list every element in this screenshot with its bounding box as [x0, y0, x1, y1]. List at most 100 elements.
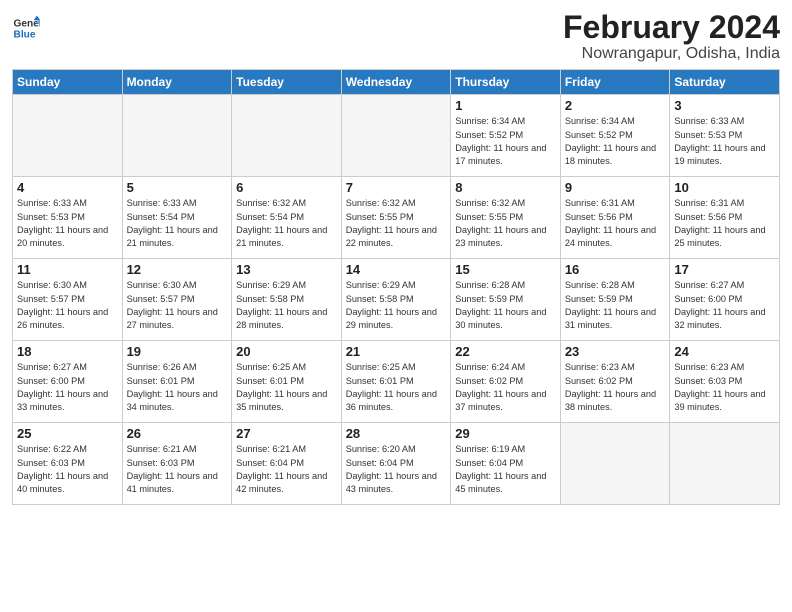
- day-info: Sunrise: 6:34 AMSunset: 5:52 PMDaylight:…: [565, 115, 666, 168]
- svg-text:Blue: Blue: [14, 29, 36, 40]
- day-info: Sunrise: 6:27 AMSunset: 6:00 PMDaylight:…: [17, 361, 118, 414]
- day-info: Sunrise: 6:28 AMSunset: 5:59 PMDaylight:…: [565, 279, 666, 332]
- day-info: Sunrise: 6:32 AMSunset: 5:55 PMDaylight:…: [455, 197, 556, 250]
- day-number: 5: [127, 180, 228, 195]
- table-row: 16 Sunrise: 6:28 AMSunset: 5:59 PMDayligh…: [560, 259, 670, 341]
- day-number: 24: [674, 344, 775, 359]
- day-info: Sunrise: 6:23 AMSunset: 6:02 PMDaylight:…: [565, 361, 666, 414]
- day-info: Sunrise: 6:22 AMSunset: 6:03 PMDaylight:…: [17, 443, 118, 496]
- day-number: 26: [127, 426, 228, 441]
- day-info: Sunrise: 6:33 AMSunset: 5:54 PMDaylight:…: [127, 197, 228, 250]
- day-info: Sunrise: 6:19 AMSunset: 6:04 PMDaylight:…: [455, 443, 556, 496]
- day-number: 25: [17, 426, 118, 441]
- day-number: 23: [565, 344, 666, 359]
- day-number: 17: [674, 262, 775, 277]
- day-info: Sunrise: 6:30 AMSunset: 5:57 PMDaylight:…: [17, 279, 118, 332]
- day-info: Sunrise: 6:33 AMSunset: 5:53 PMDaylight:…: [674, 115, 775, 168]
- col-friday: Friday: [560, 70, 670, 95]
- table-row: 1 Sunrise: 6:34 AMSunset: 5:52 PMDaylight…: [451, 95, 561, 177]
- day-info: Sunrise: 6:32 AMSunset: 5:55 PMDaylight:…: [346, 197, 447, 250]
- day-number: 12: [127, 262, 228, 277]
- table-row: [232, 95, 342, 177]
- table-row: 22 Sunrise: 6:24 AMSunset: 6:02 PMDayligh…: [451, 341, 561, 423]
- day-info: Sunrise: 6:21 AMSunset: 6:03 PMDaylight:…: [127, 443, 228, 496]
- day-number: 21: [346, 344, 447, 359]
- day-number: 18: [17, 344, 118, 359]
- header: General Blue February 2024 Nowrangapur, …: [12, 10, 780, 63]
- day-number: 16: [565, 262, 666, 277]
- calendar-week-row: 11 Sunrise: 6:30 AMSunset: 5:57 PMDayligh…: [13, 259, 780, 341]
- table-row: 4 Sunrise: 6:33 AMSunset: 5:53 PMDaylight…: [13, 177, 123, 259]
- calendar-week-row: 18 Sunrise: 6:27 AMSunset: 6:00 PMDayligh…: [13, 341, 780, 423]
- day-info: Sunrise: 6:21 AMSunset: 6:04 PMDaylight:…: [236, 443, 337, 496]
- day-info: Sunrise: 6:32 AMSunset: 5:54 PMDaylight:…: [236, 197, 337, 250]
- day-info: Sunrise: 6:28 AMSunset: 5:59 PMDaylight:…: [455, 279, 556, 332]
- day-number: 27: [236, 426, 337, 441]
- table-row: 14 Sunrise: 6:29 AMSunset: 5:58 PMDayligh…: [341, 259, 451, 341]
- day-info: Sunrise: 6:26 AMSunset: 6:01 PMDaylight:…: [127, 361, 228, 414]
- day-info: Sunrise: 6:29 AMSunset: 5:58 PMDaylight:…: [236, 279, 337, 332]
- table-row: 23 Sunrise: 6:23 AMSunset: 6:02 PMDayligh…: [560, 341, 670, 423]
- location-subtitle: Nowrangapur, Odisha, India: [563, 45, 780, 63]
- table-row: 21Sunrise: 6:25 AMSunset: 6:01 PMDayligh…: [341, 341, 451, 423]
- title-area: February 2024 Nowrangapur, Odisha, India: [563, 10, 780, 63]
- day-number: 14: [346, 262, 447, 277]
- table-row: 25 Sunrise: 6:22 AMSunset: 6:03 PMDayligh…: [13, 423, 123, 505]
- col-thursday: Thursday: [451, 70, 561, 95]
- day-number: 1: [455, 98, 556, 113]
- day-number: 7: [346, 180, 447, 195]
- table-row: 20 Sunrise: 6:25 AMSunset: 6:01 PMDayligh…: [232, 341, 342, 423]
- col-saturday: Saturday: [670, 70, 780, 95]
- table-row: 9 Sunrise: 6:31 AMSunset: 5:56 PMDaylight…: [560, 177, 670, 259]
- day-info: Sunrise: 6:24 AMSunset: 6:02 PMDaylight:…: [455, 361, 556, 414]
- table-row: 18 Sunrise: 6:27 AMSunset: 6:00 PMDayligh…: [13, 341, 123, 423]
- table-row: 7 Sunrise: 6:32 AMSunset: 5:55 PMDaylight…: [341, 177, 451, 259]
- day-number: 11: [17, 262, 118, 277]
- table-row: [670, 423, 780, 505]
- day-info: Sunrise: 6:29 AMSunset: 5:58 PMDaylight:…: [346, 279, 447, 332]
- table-row: 12 Sunrise: 6:30 AMSunset: 5:57 PMDayligh…: [122, 259, 232, 341]
- table-row: [341, 95, 451, 177]
- col-monday: Monday: [122, 70, 232, 95]
- day-info: Sunrise: 6:30 AMSunset: 5:57 PMDaylight:…: [127, 279, 228, 332]
- table-row: 11 Sunrise: 6:30 AMSunset: 5:57 PMDayligh…: [13, 259, 123, 341]
- table-row: [13, 95, 123, 177]
- day-number: 29: [455, 426, 556, 441]
- table-row: 10Sunrise: 6:31 AMSunset: 5:56 PMDayligh…: [670, 177, 780, 259]
- day-number: 2: [565, 98, 666, 113]
- day-number: 3: [674, 98, 775, 113]
- calendar-week-row: 1 Sunrise: 6:34 AMSunset: 5:52 PMDaylight…: [13, 95, 780, 177]
- day-number: 22: [455, 344, 556, 359]
- calendar-table: Sunday Monday Tuesday Wednesday Thursday…: [12, 69, 780, 505]
- table-row: 15 Sunrise: 6:28 AMSunset: 5:59 PMDayligh…: [451, 259, 561, 341]
- day-number: 15: [455, 262, 556, 277]
- col-wednesday: Wednesday: [341, 70, 451, 95]
- day-info: Sunrise: 6:31 AMSunset: 5:56 PMDaylight:…: [674, 197, 775, 250]
- calendar-header-row: Sunday Monday Tuesday Wednesday Thursday…: [13, 70, 780, 95]
- table-row: 13Sunrise: 6:29 AMSunset: 5:58 PMDayligh…: [232, 259, 342, 341]
- col-tuesday: Tuesday: [232, 70, 342, 95]
- day-number: 6: [236, 180, 337, 195]
- day-number: 4: [17, 180, 118, 195]
- table-row: 24Sunrise: 6:23 AMSunset: 6:03 PMDayligh…: [670, 341, 780, 423]
- col-sunday: Sunday: [13, 70, 123, 95]
- day-info: Sunrise: 6:25 AMSunset: 6:01 PMDaylight:…: [236, 361, 337, 414]
- table-row: 3 Sunrise: 6:33 AMSunset: 5:53 PMDaylight…: [670, 95, 780, 177]
- table-row: 5 Sunrise: 6:33 AMSunset: 5:54 PMDaylight…: [122, 177, 232, 259]
- day-number: 9: [565, 180, 666, 195]
- logo-icon: General Blue: [12, 14, 40, 42]
- logo: General Blue: [12, 14, 40, 42]
- calendar-week-row: 25 Sunrise: 6:22 AMSunset: 6:03 PMDayligh…: [13, 423, 780, 505]
- day-info: Sunrise: 6:33 AMSunset: 5:53 PMDaylight:…: [17, 197, 118, 250]
- table-row: 17Sunrise: 6:27 AMSunset: 6:00 PMDayligh…: [670, 259, 780, 341]
- day-number: 28: [346, 426, 447, 441]
- table-row: [560, 423, 670, 505]
- day-info: Sunrise: 6:31 AMSunset: 5:56 PMDaylight:…: [565, 197, 666, 250]
- month-year-title: February 2024: [563, 10, 780, 45]
- table-row: 6 Sunrise: 6:32 AMSunset: 5:54 PMDaylight…: [232, 177, 342, 259]
- table-row: 19Sunrise: 6:26 AMSunset: 6:01 PMDayligh…: [122, 341, 232, 423]
- table-row: 26 Sunrise: 6:21 AMSunset: 6:03 PMDayligh…: [122, 423, 232, 505]
- day-number: 20: [236, 344, 337, 359]
- table-row: 8Sunrise: 6:32 AMSunset: 5:55 PMDaylight…: [451, 177, 561, 259]
- day-info: Sunrise: 6:34 AMSunset: 5:52 PMDaylight:…: [455, 115, 556, 168]
